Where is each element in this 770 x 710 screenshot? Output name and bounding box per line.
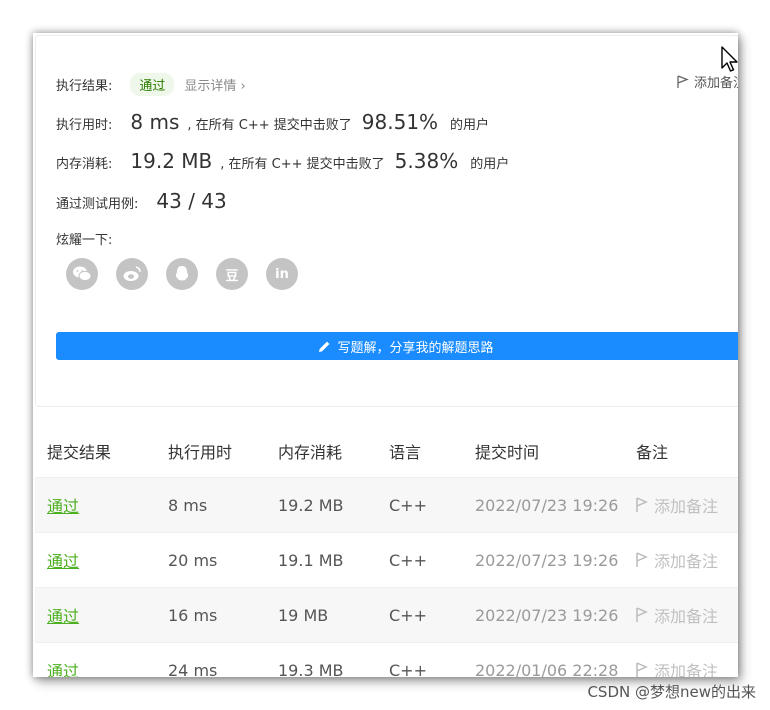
row-language: C++ [389, 550, 427, 570]
table-row: 通过 16 ms 19 MB C++ 2022/07/23 19:26 添加备注 [35, 588, 738, 643]
flag-icon [677, 74, 689, 88]
row-add-note-button[interactable]: 添加备注 [636, 548, 738, 572]
row-time: 2022/07/23 19:26 [475, 550, 619, 570]
memory-mid: , 在所有 C++ 提交中击败了 [220, 157, 385, 172]
header-status[interactable]: 提交结果 [35, 439, 168, 463]
row-status[interactable]: 通过 [35, 603, 168, 627]
weibo-icon[interactable] [116, 258, 148, 290]
flag-icon [636, 552, 648, 567]
row-note-label: 添加备注 [654, 662, 719, 677]
douban-icon[interactable]: 豆 [216, 258, 248, 290]
row-memory: 19.2 MB [278, 495, 344, 515]
result-card: 执行结果: 通过 显示详情 › 添加备注 执行用时: 8 ms , 在所有 C+… [35, 35, 738, 407]
memory-value: 19.2 MB [130, 149, 213, 173]
table-row: 通过 8 ms 19.2 MB C++ 2022/07/23 19:26 添加备… [35, 478, 738, 533]
linkedin-icon[interactable]: in [266, 258, 298, 290]
tests-label: 通过测试用例: [56, 197, 139, 212]
runtime-row: 执行用时: 8 ms , 在所有 C++ 提交中击败了 98.51% 的用户 [56, 110, 489, 134]
row-status[interactable]: 通过 [35, 658, 168, 677]
tests-row: 通过测试用例: 43 / 43 [56, 189, 235, 213]
wechat-icon[interactable] [66, 258, 98, 290]
write-solution-button[interactable]: 写题解，分享我的解题思路 [56, 332, 738, 360]
header-language[interactable]: 语言 [389, 439, 475, 463]
pencil-icon [319, 341, 330, 352]
add-note-label: 添加备注 [693, 76, 738, 91]
flag-icon [636, 497, 648, 512]
row-note-label: 添加备注 [654, 497, 719, 516]
submission-panel: 执行结果: 通过 显示详情 › 添加备注 执行用时: 8 ms , 在所有 C+… [33, 33, 738, 677]
row-runtime: 8 ms [168, 495, 208, 515]
row-memory: 19 MB [278, 605, 329, 625]
row-language: C++ [389, 660, 427, 678]
memory-percent: 5.38% [394, 149, 459, 173]
row-language: C++ [389, 495, 427, 515]
qq-icon[interactable] [166, 258, 198, 290]
row-add-note-button[interactable]: 添加备注 [636, 658, 738, 677]
memory-row: 内存消耗: 19.2 MB , 在所有 C++ 提交中击败了 5.38% 的用户 [56, 149, 509, 173]
write-solution-label: 写题解，分享我的解题思路 [337, 340, 494, 356]
row-runtime: 16 ms [168, 605, 218, 625]
result-label: 执行结果: [56, 79, 113, 94]
show-details-link[interactable]: 显示详情 › [184, 75, 245, 94]
table-header: 提交结果 执行用时 内存消耗 语言 提交时间 备注 [35, 425, 738, 478]
runtime-value: 8 ms [130, 110, 180, 134]
add-note-button[interactable]: 添加备注 [677, 72, 738, 91]
row-time: 2022/07/23 19:26 [475, 495, 619, 515]
row-memory: 19.3 MB [278, 660, 344, 678]
runtime-mid: , 在所有 C++ 提交中击败了 [187, 118, 352, 133]
result-row: 执行结果: 通过 显示详情 › [56, 73, 246, 96]
header-runtime[interactable]: 执行用时 [168, 439, 278, 463]
row-language: C++ [389, 605, 427, 625]
share-buttons: 豆 in [66, 258, 298, 290]
row-runtime: 24 ms [168, 660, 218, 678]
table-row: 通过 20 ms 19.1 MB C++ 2022/07/23 19:26 添加… [35, 533, 738, 588]
row-note-label: 添加备注 [654, 552, 719, 571]
runtime-label: 执行用时: [56, 118, 113, 133]
status-badge: 通过 [130, 73, 175, 96]
header-time[interactable]: 提交时间 [475, 439, 636, 463]
row-note-label: 添加备注 [654, 607, 719, 626]
flag-icon [636, 662, 648, 677]
row-add-note-button[interactable]: 添加备注 [636, 493, 738, 517]
tests-value: 43 / 43 [156, 189, 227, 213]
share-row-label: 炫耀一下: [56, 229, 112, 248]
row-add-note-button[interactable]: 添加备注 [636, 603, 738, 627]
memory-label: 内存消耗: [56, 157, 113, 172]
row-status[interactable]: 通过 [35, 548, 168, 572]
runtime-percent: 98.51% [361, 110, 439, 134]
share-label: 炫耀一下: [56, 233, 113, 248]
runtime-suffix: 的用户 [450, 118, 490, 133]
row-time: 2022/01/06 22:28 [475, 660, 619, 678]
row-memory: 19.1 MB [278, 550, 344, 570]
header-note: 备注 [636, 443, 669, 462]
flag-icon [636, 607, 648, 622]
row-runtime: 20 ms [168, 550, 218, 570]
row-status[interactable]: 通过 [35, 493, 168, 517]
submissions-table: 提交结果 执行用时 内存消耗 语言 提交时间 备注 通过 8 ms 19.2 M… [35, 425, 738, 677]
table-row: 通过 24 ms 19.3 MB C++ 2022/01/06 22:28 添加… [35, 643, 738, 677]
mouse-cursor-icon [721, 46, 738, 72]
watermark: CSDN @梦想new的出来 [587, 683, 756, 701]
header-memory[interactable]: 内存消耗 [278, 439, 389, 463]
row-time: 2022/07/23 19:26 [475, 605, 619, 625]
memory-suffix: 的用户 [470, 157, 510, 172]
